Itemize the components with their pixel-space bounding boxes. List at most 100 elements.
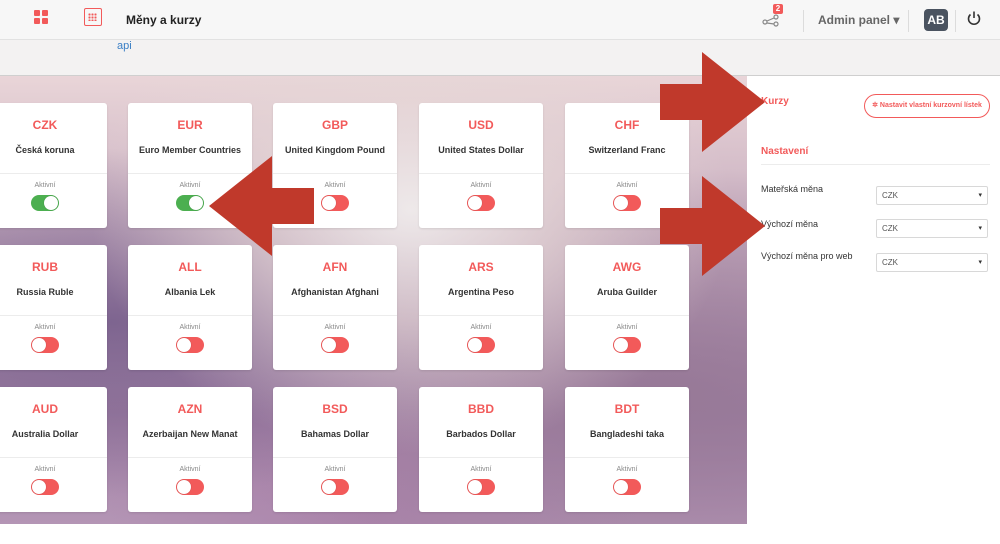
active-toggle[interactable] [31, 337, 59, 353]
active-toggle[interactable] [176, 195, 204, 211]
currency-code: AFN [322, 260, 348, 274]
avatar[interactable]: AB [924, 9, 948, 31]
status-label: Aktivní [34, 182, 56, 189]
currency-code: AUD [32, 402, 58, 416]
active-toggle[interactable] [321, 479, 349, 495]
currency-name: Česká koruna [15, 145, 75, 155]
currency-name: Argentina Peso [447, 287, 514, 297]
currency-code: USD [468, 118, 494, 132]
divider [761, 164, 990, 165]
currency-card: BSD Bahamas Dollar Aktivní [273, 387, 397, 512]
currency-card: BBD Barbados Dollar Aktivní [419, 387, 543, 512]
status-label: Aktivní [616, 466, 638, 473]
active-toggle[interactable] [467, 479, 495, 495]
status-label: Aktivní [34, 324, 56, 331]
divider [565, 457, 689, 458]
currency-code: ALL [178, 260, 202, 274]
active-toggle[interactable] [613, 337, 641, 353]
toggle-knob [44, 196, 58, 210]
currency-name: United States Dollar [438, 145, 524, 155]
power-icon[interactable] [966, 10, 982, 26]
home-currency-select[interactable]: CZK ▾ [876, 186, 988, 205]
currency-name: Euro Member Countries [138, 145, 241, 155]
arrow-right-icon [660, 52, 765, 152]
currency-code: BDT [614, 402, 640, 416]
arrow-left-icon [209, 156, 314, 256]
currency-code: ARS [468, 260, 494, 274]
toggle-knob [468, 196, 482, 210]
currency-name: Bahamas Dollar [300, 429, 370, 439]
arrow-right-icon [660, 176, 765, 276]
web-currency-select[interactable]: CZK ▾ [876, 253, 988, 272]
calendar-icon[interactable] [84, 8, 102, 26]
currency-name: Russia Ruble [16, 287, 74, 297]
toggle-knob [189, 196, 203, 210]
currency-card: BDT Bangladeshi taka Aktivní [565, 387, 689, 512]
active-toggle[interactable] [31, 195, 59, 211]
divider [565, 173, 689, 174]
currency-card: AFN Afghanistan Afghani Aktivní [273, 245, 397, 370]
currency-card: USD United States Dollar Aktivní [419, 103, 543, 228]
admin-panel-dropdown[interactable]: Admin panel ▾ [818, 13, 899, 27]
toggle-knob [177, 480, 191, 494]
currency-name: Australia Dollar [11, 429, 79, 439]
divider [419, 457, 543, 458]
currency-name: Bangladeshi taka [589, 429, 665, 439]
settings-sidebar: Kurzy ✲ Nastavit vlastní kurzovní lístek… [747, 76, 1000, 544]
active-toggle[interactable] [321, 337, 349, 353]
status-label: Aktivní [470, 324, 492, 331]
active-toggle[interactable] [467, 195, 495, 211]
divider [0, 457, 107, 458]
set-custom-rates-button[interactable]: ✲ Nastavit vlastní kurzovní lístek [864, 94, 990, 118]
toggle-knob [322, 480, 336, 494]
toggle-knob [322, 196, 336, 210]
active-toggle[interactable] [467, 337, 495, 353]
currency-card: ARS Argentina Peso Aktivní [419, 245, 543, 370]
active-toggle[interactable] [613, 479, 641, 495]
currency-card: CZK Česká koruna Aktivní [0, 103, 107, 228]
currency-code: CZK [32, 118, 58, 132]
currency-card: AZN Azerbaijan New Manat Aktivní [128, 387, 252, 512]
divider [908, 10, 909, 32]
currency-name: United Kingdom Pound [285, 145, 385, 155]
divider [0, 173, 107, 174]
toggle-knob [468, 480, 482, 494]
currency-name: Barbados Dollar [446, 429, 516, 439]
status-label: Aktivní [324, 466, 346, 473]
divider [128, 315, 252, 316]
chevron-down-icon: ▾ [978, 225, 982, 232]
divider [565, 315, 689, 316]
chevron-down-icon: ▾ [978, 192, 982, 199]
active-toggle[interactable] [321, 195, 349, 211]
currency-code: RUB [32, 260, 58, 274]
top-bar: Měny a kurzy 2 Admin panel ▾ AB [0, 0, 1000, 40]
toggle-knob [614, 196, 628, 210]
toggle-knob [32, 480, 46, 494]
select-value: CZK [882, 224, 898, 233]
default-currency-select[interactable]: CZK ▾ [876, 219, 988, 238]
toggle-knob [614, 480, 628, 494]
divider [273, 457, 397, 458]
active-toggle[interactable] [176, 479, 204, 495]
divider [803, 10, 804, 32]
notification-badge: 2 [773, 4, 783, 14]
chevron-down-icon: ▾ [978, 259, 982, 266]
web-currency-label: Výchozí měna pro web [761, 251, 853, 261]
active-toggle[interactable] [176, 337, 204, 353]
currency-name: Albania Lek [164, 287, 216, 297]
divider [0, 315, 107, 316]
divider [128, 457, 252, 458]
active-toggle[interactable] [613, 195, 641, 211]
currency-card: ALL Albania Lek Aktivní [128, 245, 252, 370]
status-label: Aktivní [616, 324, 638, 331]
toggle-knob [322, 338, 336, 352]
api-link[interactable]: api [117, 40, 132, 52]
currency-card: RUB Russia Ruble Aktivní [0, 245, 107, 370]
currency-code: EUR [177, 118, 203, 132]
status-label: Aktivní [179, 466, 201, 473]
divider [419, 315, 543, 316]
active-toggle[interactable] [31, 479, 59, 495]
currency-name: Aruba Guilder [596, 287, 657, 297]
toggle-knob [468, 338, 482, 352]
apps-grid-icon[interactable] [34, 10, 48, 24]
